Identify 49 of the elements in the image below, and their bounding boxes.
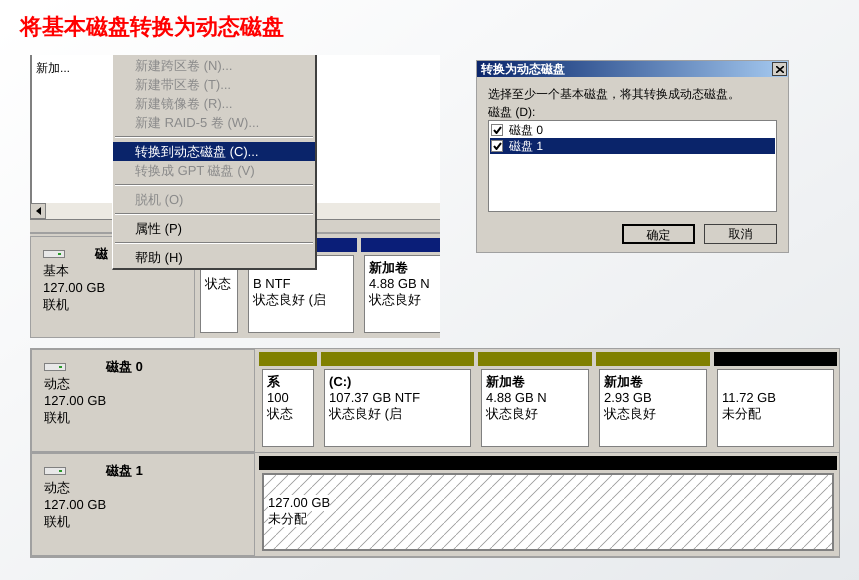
disk-type: 动态 bbox=[44, 479, 70, 496]
checkbox[interactable] bbox=[491, 124, 503, 136]
disk-status: 联机 bbox=[44, 409, 70, 426]
disk-status: 联机 bbox=[43, 296, 69, 313]
volume-list-item[interactable]: 新加... bbox=[36, 61, 70, 75]
checkbox[interactable] bbox=[491, 140, 503, 152]
volume-detail: 状态良好 bbox=[369, 292, 421, 308]
volume-title: (C:) bbox=[329, 374, 352, 390]
volume-detail: 状态 bbox=[267, 406, 293, 422]
disk-label: 磁盘 0 bbox=[509, 122, 544, 139]
list-label: 磁盘 (D): bbox=[488, 104, 536, 120]
close-button[interactable] bbox=[772, 62, 787, 76]
disk-type: 动态 bbox=[44, 375, 70, 392]
left-arrow-icon bbox=[36, 207, 40, 215]
disk-status: 联机 bbox=[44, 513, 70, 530]
volume-detail: 127.00 GB bbox=[268, 495, 330, 511]
close-icon bbox=[776, 66, 784, 72]
volume-title: 新加卷 bbox=[486, 374, 525, 390]
volume-detail: 未分配 bbox=[268, 511, 307, 527]
disk-size: 127.00 GB bbox=[44, 392, 106, 409]
volume-detail: 状态良好 bbox=[486, 406, 538, 422]
disk-size: 127.00 GB bbox=[44, 496, 106, 513]
disk-drive-icon bbox=[44, 466, 66, 474]
disk-list-row[interactable]: 磁盘 0 bbox=[490, 122, 775, 138]
menu-item[interactable]: 转换到动态磁盘 (C)... bbox=[113, 142, 315, 161]
volume-detail: 状态良好 (启 bbox=[253, 292, 326, 308]
volume-detail: 未分配 bbox=[722, 406, 761, 422]
disk-list-row[interactable]: 磁盘 1 bbox=[490, 138, 775, 154]
slide-title: 将基本磁盘转换为动态磁盘 bbox=[20, 14, 284, 39]
dialog-button[interactable]: 取消 bbox=[704, 224, 777, 244]
dialog-button[interactable]: 确定 bbox=[622, 224, 695, 244]
dialog-prompt: 选择至少一个基本磁盘，将其转换成动态磁盘。 bbox=[488, 86, 740, 102]
volume-title: 系 bbox=[267, 374, 280, 390]
volume-title: 新加卷 bbox=[604, 374, 643, 390]
disk-size: 127.00 GB bbox=[43, 279, 106, 296]
disk-name: 磁盘 1 bbox=[106, 462, 143, 479]
disk-label: 磁盘 1 bbox=[509, 138, 544, 155]
menu-item[interactable]: 属性 (P) bbox=[113, 219, 315, 238]
disk-name: 磁盘 0 bbox=[106, 358, 143, 375]
volume-title: 新加卷 bbox=[369, 260, 408, 276]
disk-drive-icon bbox=[43, 250, 65, 258]
volume-detail: 状态 bbox=[205, 276, 231, 292]
volume-detail: 状态良好 (启 bbox=[329, 406, 402, 422]
dialog-title: 转换为动态磁盘 bbox=[481, 62, 565, 76]
scroll-left-button[interactable] bbox=[30, 203, 46, 219]
disk-drive-icon bbox=[44, 362, 66, 370]
disk-name: 磁 bbox=[95, 245, 108, 262]
disk-type: 基本 bbox=[43, 262, 69, 279]
volume-detail: 状态良好 bbox=[604, 406, 656, 422]
